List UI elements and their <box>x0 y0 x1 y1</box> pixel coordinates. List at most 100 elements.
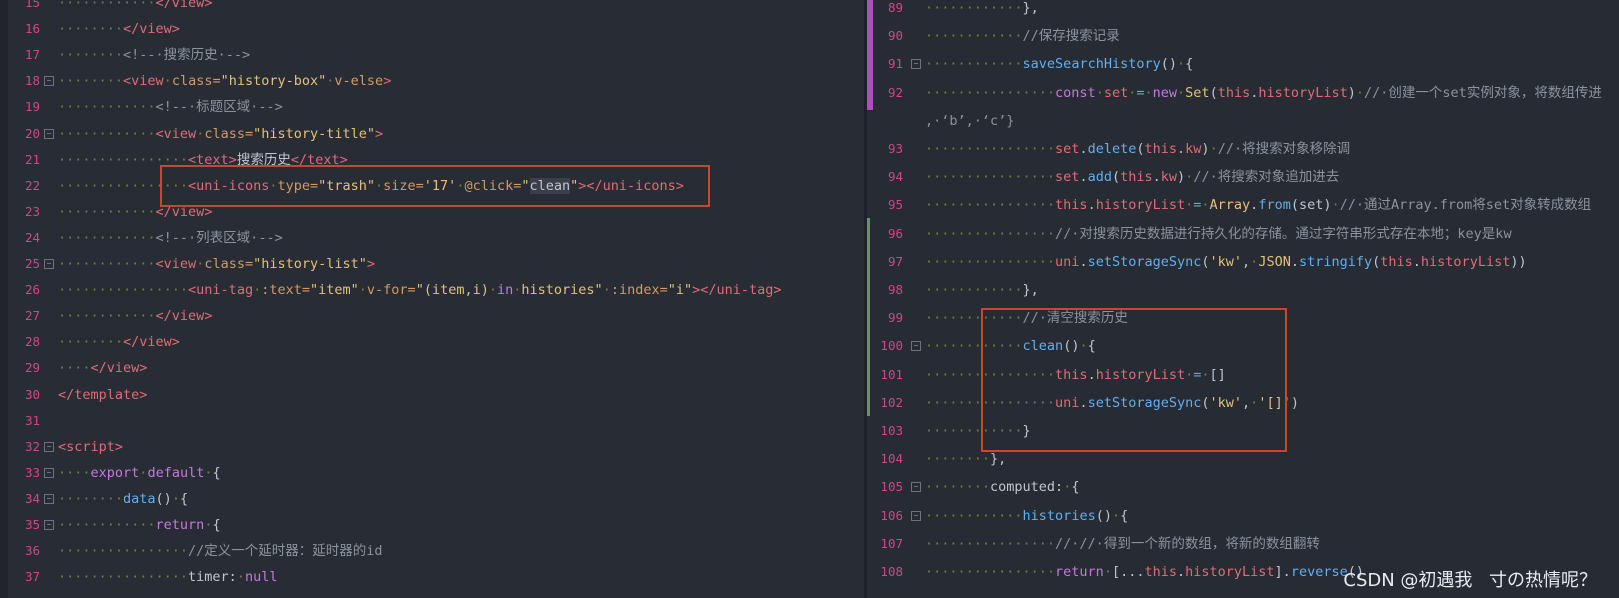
code-line[interactable]: 93 ················set.delete(this.kw)·//… <box>867 136 1619 162</box>
line-number: 31 <box>24 412 40 428</box>
fold-toggle-icon[interactable]: − <box>44 520 54 530</box>
code-line[interactable]: 105− ········computed:·{ <box>867 474 1619 500</box>
code-token: <uni-tag <box>188 282 254 299</box>
code-token: ················ <box>58 569 189 586</box>
code-token: set <box>1055 141 1080 157</box>
highlight-box-uni-icons <box>160 165 710 207</box>
code-token: return <box>155 517 205 533</box>
code-token: </view> <box>90 360 148 377</box>
code-token: data <box>123 490 156 507</box>
fold-toggle-icon[interactable]: − <box>911 59 921 70</box>
code-token: { <box>212 464 221 481</box>
code-line[interactable]: 26 ················<uni-tag·:text="item"·… <box>0 277 866 303</box>
code-token: ················ <box>925 535 1056 552</box>
code-line[interactable]: 25− ············<view·class="history-list… <box>0 251 866 277</box>
code-token: histories <box>1022 507 1096 524</box>
fold-toggle-icon[interactable]: − <box>911 341 921 352</box>
code-line[interactable]: 34− ········data()·{ <box>0 486 866 512</box>
code-token: ············ <box>58 517 156 533</box>
code-line[interactable]: 90 ············//保存搜索记录 <box>867 23 1619 49</box>
code-line[interactable]: 36 ················//定义一个延时器：延时器的id <box>0 538 866 564</box>
code-token: <!--·列表区域·--> <box>155 229 283 246</box>
code-token: ················ <box>925 564 1056 580</box>
code-line[interactable]: 27 ············</view> <box>0 303 866 329</box>
code-line[interactable]: 15 ············</view> <box>0 0 866 16</box>
code-text: ············saveSearchHistory()·{ <box>925 51 1193 77</box>
code-line[interactable]: 35− ············return·{ <box>0 512 866 538</box>
code-token: > <box>366 256 376 272</box>
fold-toggle-icon[interactable]: − <box>44 128 54 139</box>
code-token: "history-title" <box>253 125 376 142</box>
code-line[interactable]: 16 ········</view> <box>0 16 866 42</box>
code-token: > <box>375 125 384 142</box>
code-text: ················//·//·得到一个新的数组，将新的数组翻转 <box>925 531 1320 557</box>
code-token: ············ <box>58 229 156 246</box>
line-number: 30 <box>24 386 40 402</box>
code-line[interactable]: 106− ············histories()·{ <box>867 503 1619 529</box>
code-line[interactable]: 92 ················const·set·=·new·Set(th… <box>867 80 1619 106</box>
code-line[interactable]: 95 ················this.historyList·=·Arr… <box>867 192 1619 218</box>
line-number: 37 <box>24 569 40 585</box>
code-token: ············ <box>58 99 156 116</box>
code-line[interactable]: ,·‘b’,·‘c’} <box>867 108 1619 134</box>
code-line[interactable]: 94 ················set.add(this.kw)·//·将搜… <box>867 164 1619 190</box>
code-token: ) <box>1177 169 1186 186</box>
right-editor-pane[interactable]: 89 ············}, 90 ············//保存搜索记录 91… <box>867 0 1619 598</box>
code-line[interactable]: 31 <box>0 408 866 434</box>
code-token: [... <box>1111 564 1145 580</box>
code-token: . <box>1079 141 1088 157</box>
code-token: timer: <box>188 569 237 586</box>
fold-toggle-icon[interactable]: − <box>911 510 921 521</box>
code-token: class= <box>171 73 221 90</box>
code-token: · <box>1355 84 1365 101</box>
code-token: ></uni-tag> <box>692 282 782 299</box>
code-token: v-for= <box>366 282 416 299</box>
code-token: ) <box>1290 394 1299 411</box>
code-token: add <box>1087 169 1112 186</box>
code-line[interactable]: 24 ············<!--·列表区域·--> <box>0 225 866 251</box>
code-line[interactable]: 98 ············}, <box>867 277 1619 303</box>
code-token: · <box>488 282 497 299</box>
code-line[interactable]: 17 ········<!--·搜索历史·--> <box>0 42 866 68</box>
code-token: ········ <box>58 490 124 507</box>
line-number: 99 <box>887 310 903 326</box>
fold-toggle-icon[interactable]: − <box>44 259 54 269</box>
code-text: ····</view> <box>58 355 147 381</box>
line-number: 93 <box>887 141 903 156</box>
code-token: <!--·搜索历史·--> <box>123 47 251 64</box>
code-line[interactable]: 89 ············}, <box>867 0 1619 21</box>
code-token: </view> <box>155 0 213 11</box>
code-line[interactable]: 91− ············saveSearchHistory()·{ <box>867 51 1619 77</box>
fold-toggle-icon[interactable]: − <box>44 493 54 504</box>
code-line[interactable]: 29 ····</view> <box>0 355 866 381</box>
code-line[interactable]: 96 ················//·对搜索历史数据进行持久化的存储。通过字… <box>867 221 1619 247</box>
code-line[interactable]: 37 ················timer:·null <box>0 564 866 590</box>
fold-toggle-icon[interactable]: − <box>44 467 54 478</box>
code-line[interactable]: 18− ········<view·class="history-box"·v-e… <box>0 68 866 94</box>
code-line[interactable]: 32− <script> <box>0 434 866 460</box>
code-token: return <box>1055 564 1104 580</box>
line-number: 107 <box>880 535 903 551</box>
line-number: 26 <box>24 282 40 298</box>
code-line[interactable]: 97 ················uni.setStorageSync('kw… <box>867 249 1619 275</box>
code-token: export <box>90 464 140 481</box>
fold-toggle-icon[interactable]: − <box>44 441 54 452</box>
code-line[interactable]: 33− ····export·default·{ <box>0 460 866 486</box>
left-editor-pane[interactable]: 15 ············</view> 16 ········</view> 17… <box>0 0 866 598</box>
code-line[interactable]: 30 </template> <box>0 382 866 408</box>
code-token: <view <box>155 125 197 142</box>
line-number: 27 <box>24 308 40 324</box>
line-number: 90 <box>887 28 903 44</box>
code-line[interactable]: 19 ············<!--·标题区域·--> <box>0 94 866 120</box>
fold-toggle-icon[interactable]: − <box>911 482 921 493</box>
code-token: ········ <box>58 73 124 90</box>
code-token: //·对搜索历史数据进行持久化的存储。通过字符串形式存在本地；key是kw <box>1055 225 1512 242</box>
code-line[interactable]: 107 ················//·//·得到一个新的数组，将新的数组翻… <box>867 531 1619 557</box>
code-token: uni <box>1055 253 1080 270</box>
code-token: JSON <box>1258 253 1291 270</box>
code-line[interactable]: 28 ········</view> <box>0 329 866 355</box>
fold-toggle-icon[interactable]: − <box>44 76 54 87</box>
code-line[interactable]: 20− ············<view·class="history-titl… <box>0 121 866 147</box>
line-number: 21 <box>24 151 40 167</box>
code-token: (set) <box>1290 197 1332 214</box>
